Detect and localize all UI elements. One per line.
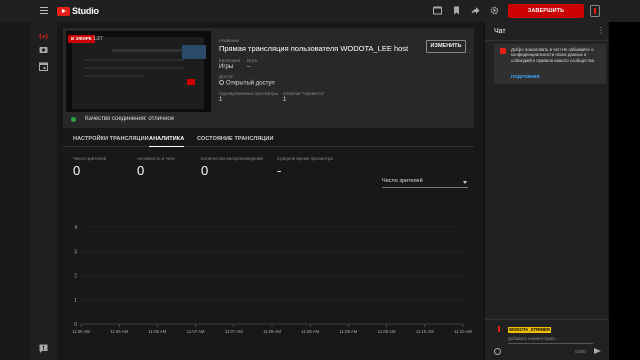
likes-label: Отметки "Нравится" — [283, 91, 325, 96]
send-icon[interactable] — [594, 348, 601, 354]
bookmark-icon[interactable] — [452, 6, 461, 15]
x-tick-label: 11:08 AM — [301, 329, 319, 334]
x-tick-label: 11:07 AM — [225, 329, 243, 334]
category-label: Категория — [219, 58, 241, 63]
youtube-studio-logo[interactable]: Studio — [57, 6, 99, 16]
x-tick-label: 11:06 AM — [110, 329, 128, 334]
chat-username: WODOTA_STRIMER — [508, 327, 551, 333]
end-stream-button[interactable]: ЗАВЕРШИТЬ ТРАНСЛЯЦИЮ — [508, 4, 584, 28]
y-tick-label: 4 — [74, 225, 77, 231]
metric-label: Количество воспроизведений — [201, 156, 263, 161]
calendar-icon[interactable] — [39, 62, 48, 71]
metric-value: 0 — [201, 163, 209, 178]
metric-label: Средняя время просмотра — [277, 156, 333, 161]
globe-icon — [219, 80, 224, 85]
user-avatar — [496, 326, 502, 334]
game-label: Игра — [247, 58, 257, 63]
game-value: – — [247, 64, 251, 70]
likes-value: 1 — [283, 97, 287, 103]
title-label: Название — [219, 38, 240, 43]
main-content: В ЭФИРЕ 1:27 Качество соединения: отличн… — [63, 28, 474, 360]
connection-text: Качество соединения: отличное — [85, 116, 175, 122]
access-label: Доступ — [219, 74, 234, 79]
x-tick-label: 11:09 AM — [378, 329, 396, 334]
metric-select-value: Число зрителей — [382, 178, 423, 184]
char-counter: 0/200 — [575, 349, 586, 354]
menu-icon[interactable] — [40, 7, 48, 14]
camera-icon[interactable] — [39, 45, 48, 54]
metric-value: - — [277, 163, 282, 178]
stream-preview[interactable] — [66, 31, 211, 112]
x-tick-label: 11:07 AM — [187, 329, 205, 334]
x-tick-label: 11:09 AM — [339, 329, 357, 334]
x-tick-label: 11:08 AM — [263, 329, 281, 334]
more-options-icon[interactable]: ⋮ — [597, 26, 605, 35]
right-edge — [609, 22, 640, 360]
youtube-icon — [500, 48, 506, 54]
y-tick-label: 3 — [74, 249, 77, 255]
metric-value: 0 — [137, 163, 145, 178]
live-duration: 1:27 — [93, 36, 103, 42]
live-broadcast-icon[interactable] — [39, 32, 48, 41]
youtube-logo-icon — [57, 6, 70, 16]
logo-text: Studio — [72, 6, 99, 16]
settings-gear-icon[interactable] — [490, 6, 499, 15]
chat-panel: Чат ⋮ Добро пожаловать в чат! Не забывай… — [484, 22, 609, 360]
share-icon[interactable] — [471, 6, 480, 15]
metric-select[interactable]: Число зрителей — [382, 178, 468, 188]
chat-input[interactable]: Добавить комментарий... — [508, 336, 558, 341]
live-badge: В ЭФИРЕ — [68, 35, 95, 43]
status-dot-icon — [71, 116, 76, 122]
tab-analytics[interactable]: АНАЛИТИКА — [149, 131, 185, 147]
emoji-icon[interactable] — [494, 348, 501, 355]
y-tick-label: 1 — [74, 298, 77, 304]
top-header: Studio ЗАВЕРШИТЬ ТРАНСЛЯЦИЮ — [0, 0, 640, 28]
category-value: Игры — [219, 64, 234, 70]
chat-welcome-notice: Добро пожаловать в чат! Не забывайте о к… — [494, 44, 606, 84]
y-tick-label: 0 — [74, 322, 77, 328]
connection-status: Качество соединения: отличное — [71, 116, 174, 122]
stream-card: В ЭФИРЕ 1:27 Качество соединения: отличн… — [63, 28, 474, 128]
x-tick-label: 11:10 AM — [416, 329, 434, 334]
stream-title: Прямая трансляция пользователя WODOTA_LE… — [219, 44, 409, 53]
metric-value: 0 — [73, 163, 81, 178]
tab-bar: НАСТРОЙКИ ТРАНСЛЯЦИИ АНАЛИТИКА СОСТОЯНИЕ… — [63, 131, 474, 147]
access-value-row: Открытый доступ — [219, 80, 275, 87]
chat-composer: WODOTA_STRIMER Добавить комментарий... 0… — [485, 319, 609, 360]
tab-stream-settings[interactable]: НАСТРОЙКИ ТРАНСЛЯЦИИ — [73, 131, 149, 147]
y-tick-label: 2 — [74, 274, 77, 280]
chat-title: Чат — [494, 28, 506, 35]
edit-button[interactable]: ИЗМЕНИТЬ — [426, 40, 466, 53]
feedback-icon[interactable] — [39, 344, 48, 353]
dropdown-arrow-icon — [463, 181, 467, 184]
learn-more-link[interactable]: ПОДРОБНЕЕ — [511, 74, 540, 79]
clapperboard-icon[interactable] — [433, 6, 442, 15]
concurrent-viewers-label: Одновременные просмотры — [219, 91, 278, 96]
metric-label: Активность в чате — [137, 156, 175, 161]
preview-screen — [72, 37, 206, 109]
notice-text: Добро пожаловать в чат! Не забывайте о к… — [511, 47, 596, 63]
access-value: Открытый доступ — [226, 80, 275, 87]
x-tick-label: 11:05 AM — [72, 329, 90, 334]
x-tick-label: 11:10 AM — [454, 329, 472, 334]
x-tick-label: 11:06 AM — [148, 329, 166, 334]
concurrent-viewers-value: 1 — [219, 97, 223, 103]
chart-svg: 0 1 2 3 4 11:05 AM 11:06 AM 11:06 AM 11:07 AM 11:… — [72, 225, 472, 334]
viewers-chart: 0 1 2 3 4 11:05 AM 11:06 AM 11:06 AM 11:07 AM 11:… — [63, 193, 474, 338]
metric-label: Число зрителей — [73, 156, 107, 161]
studio-app: Studio ЗАВЕРШИТЬ ТРАНСЛЯЦИЮ — [0, 0, 640, 360]
account-avatar[interactable] — [590, 5, 600, 17]
tab-stream-health[interactable]: СОСТОЯНИЕ ТРАНСЛЯЦИИ — [197, 131, 274, 147]
left-sidebar — [30, 22, 57, 360]
